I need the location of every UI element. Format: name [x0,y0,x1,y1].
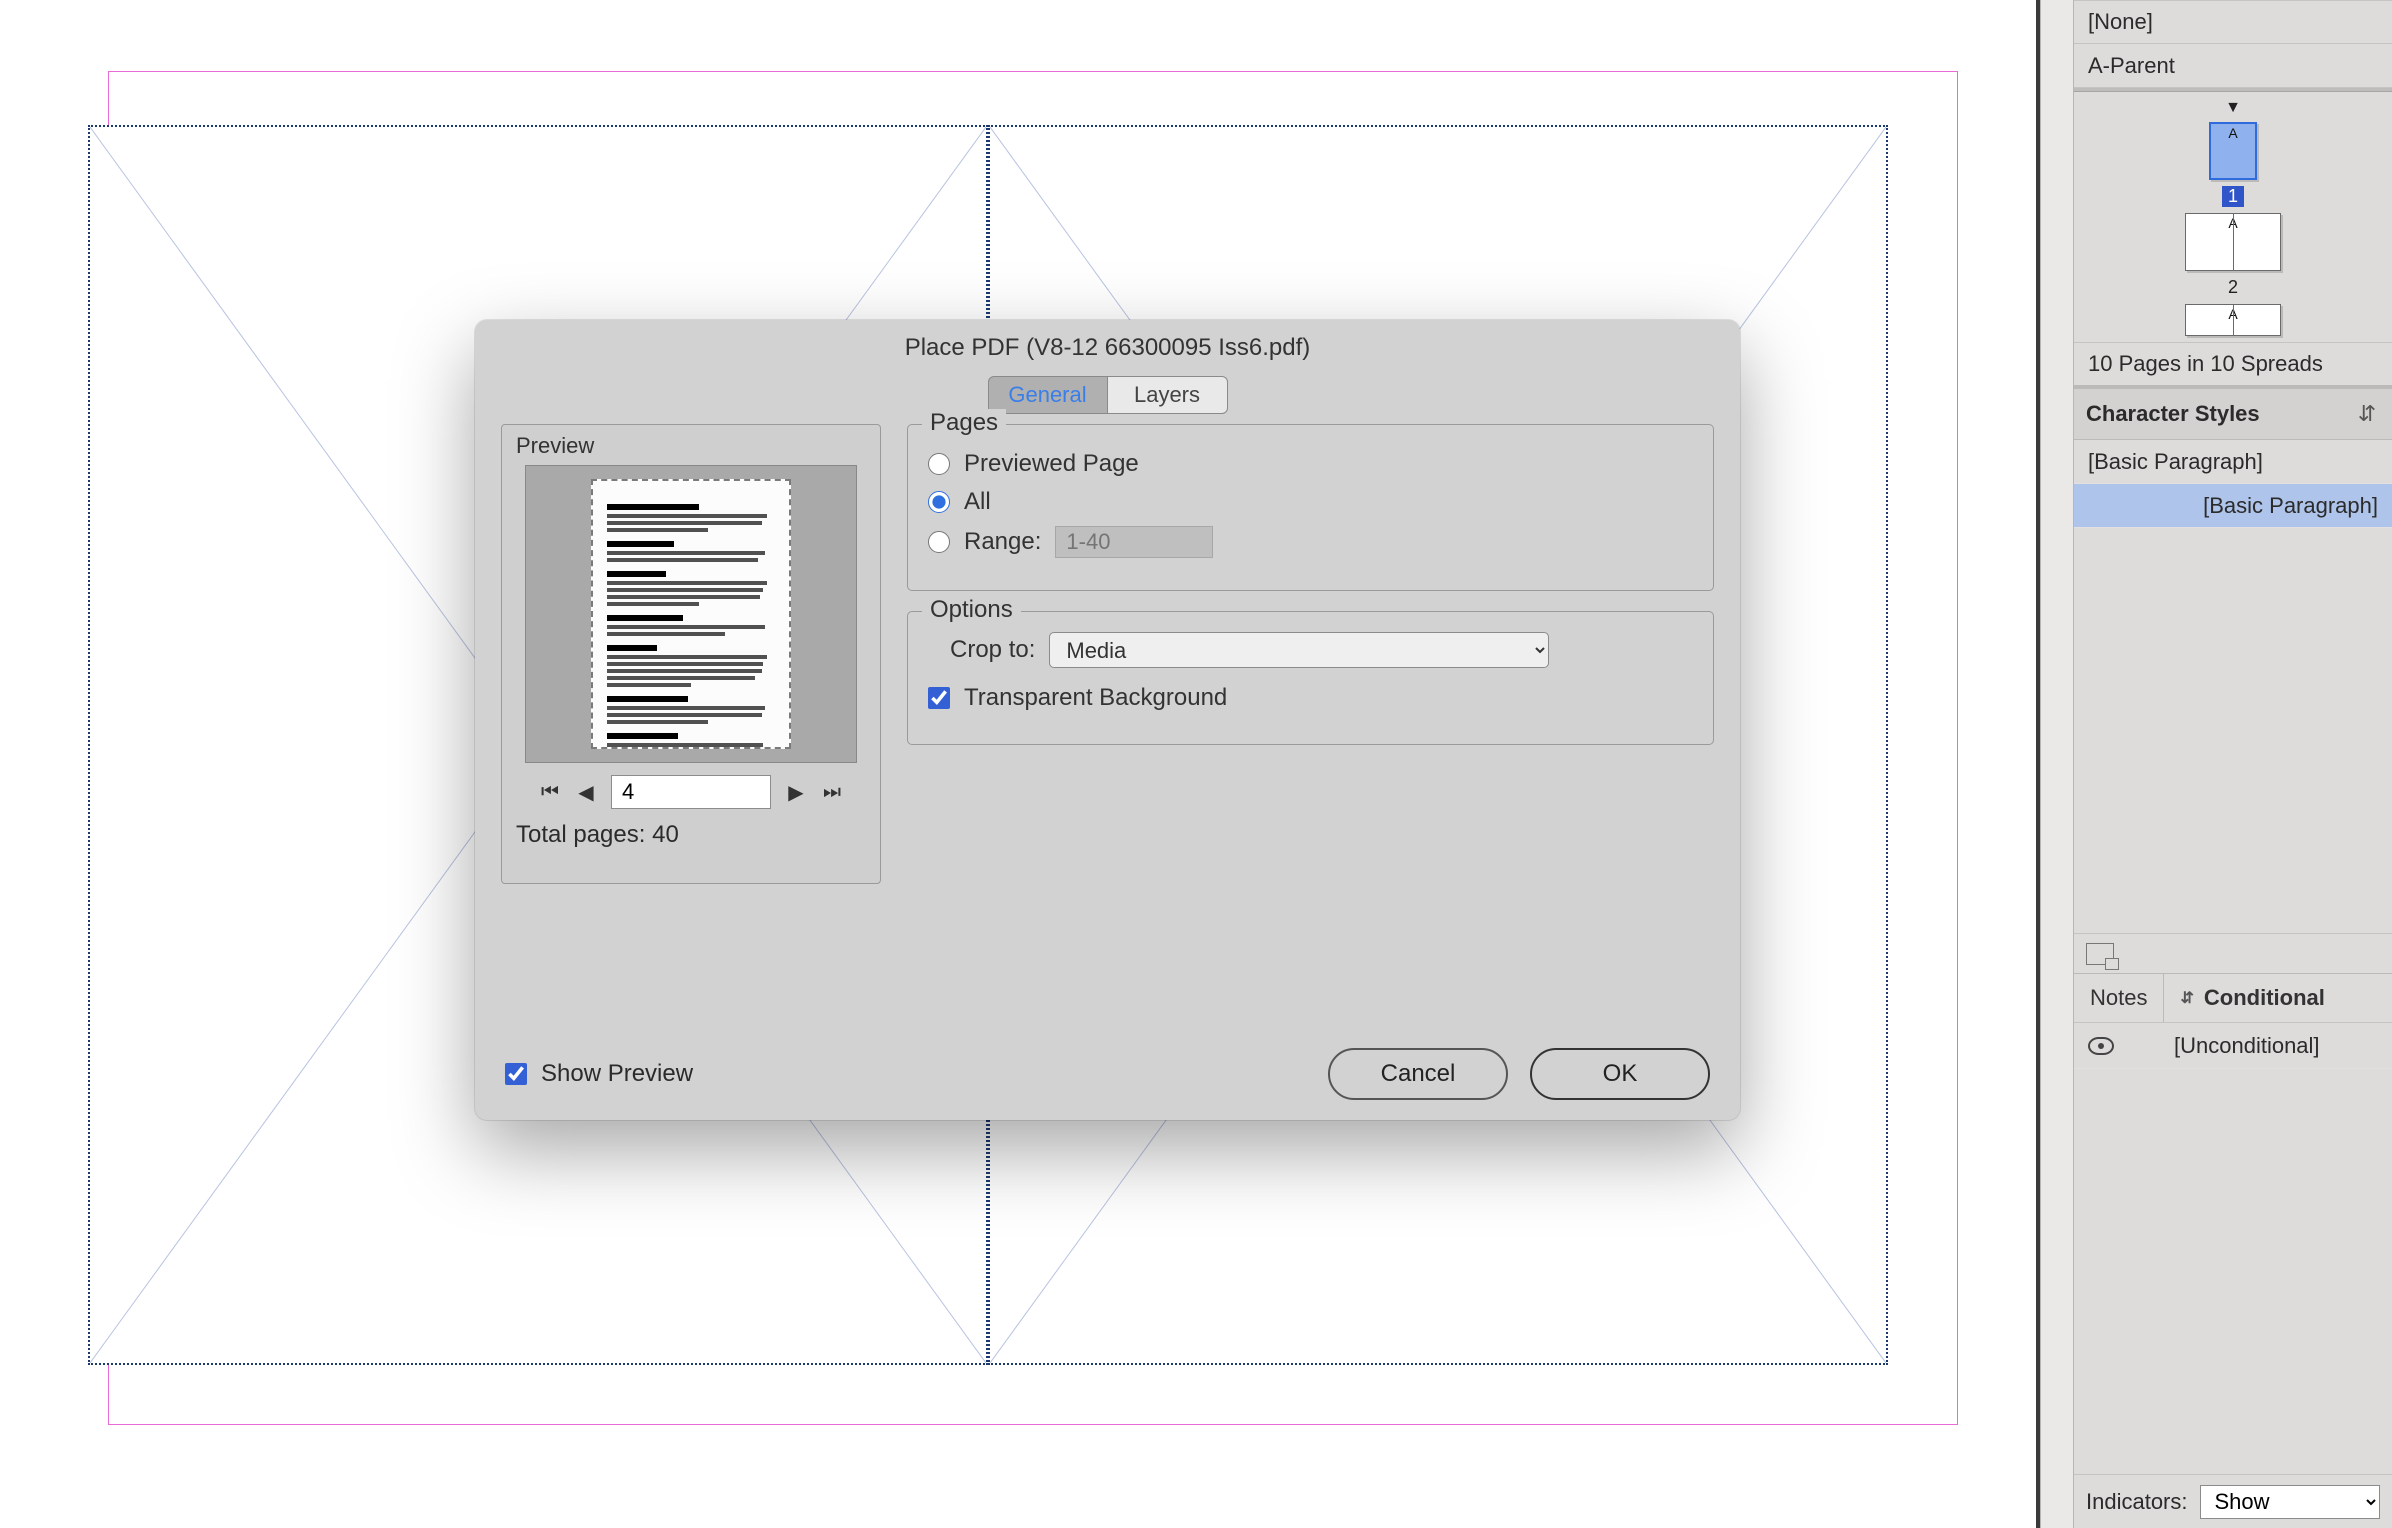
total-pages-label: Total pages: 40 [516,821,866,849]
character-styles-header[interactable]: Character Styles ⇵ [2074,388,2392,440]
tab-layers[interactable]: Layers [1108,376,1228,414]
first-page-icon[interactable]: ⏮ [539,781,561,803]
preview-page-input[interactable] [611,775,771,809]
pages-thumbnails: ▼ A 1 A 2 A [2074,92,2392,342]
cycle-icon: ⇵ [2180,988,2193,1008]
dialog-title: Place PDF (V8-12 66300095 Iss6.pdf) [475,320,1740,370]
radio-all[interactable]: All [928,488,1693,516]
style-basic-paragraph[interactable]: [Basic Paragraph] [2074,440,2392,484]
pages-legend: Pages [922,409,1006,437]
panel-footer-icons [2074,933,2392,973]
show-preview-label: Show Preview [541,1060,693,1088]
preview-label: Preview [516,433,866,459]
page-thumb-2[interactable]: A [2185,213,2281,271]
tab-conditional[interactable]: ⇵Conditional [2164,974,2340,1022]
last-page-icon[interactable]: ⏭ [821,781,843,803]
radio-previewed-label: Previewed Page [964,450,1139,478]
indicators-select[interactable]: Show [2200,1485,2381,1519]
style-basic-paragraph-selected[interactable]: [Basic Paragraph] [2074,484,2392,528]
radio-previewed-page[interactable]: Previewed Page [928,450,1693,478]
visibility-icon[interactable] [2088,1037,2114,1055]
transparent-bg-checkbox[interactable]: Transparent Background [928,684,1693,712]
cancel-button[interactable]: Cancel [1328,1048,1508,1100]
options-group: Options Crop to: Media Transparent Backg… [907,611,1714,745]
ok-button[interactable]: OK [1530,1048,1710,1100]
prev-page-icon[interactable]: ◀ [575,781,597,803]
condition-unconditional[interactable]: [Unconditional] [2074,1023,2392,1069]
unconditional-label: [Unconditional] [2174,1033,2320,1059]
radio-range[interactable]: Range: [928,526,1693,558]
chevron-down-icon: ▼ [2225,100,2241,116]
tab-notes[interactable]: Notes [2074,974,2163,1022]
preview-pager: ⏮ ◀ ▶ ⏭ [516,775,866,809]
page-number-1: 1 [2222,186,2244,207]
page-number-2: 2 [2228,277,2238,298]
next-page-icon[interactable]: ▶ [785,781,807,803]
page-thumb-3[interactable]: A [2185,304,2281,336]
crop-to-select[interactable]: Media [1049,632,1549,668]
range-input [1055,526,1213,558]
new-style-icon[interactable] [2086,943,2114,965]
indicators-row: Indicators: Show [2074,1474,2392,1528]
crop-to-label: Crop to: [950,636,1035,664]
pages-none-row[interactable]: [None] [2074,0,2392,44]
page-thumb-1[interactable]: A [2209,122,2257,180]
radio-range-label: Range: [964,528,1041,556]
pages-group: Pages Previewed Page All Range: [907,424,1714,591]
cycle-icon[interactable]: ⇵ [2354,401,2380,427]
canvas-scrollbar[interactable] [2040,0,2074,1528]
preview-panel: Preview [501,424,881,884]
place-pdf-dialog: Place PDF (V8-12 66300095 Iss6.pdf) Gene… [475,320,1740,1120]
dialog-tabs: General Layers [475,376,1740,414]
show-preview-checkbox[interactable]: Show Preview [505,1060,693,1088]
preview-thumbnail [525,465,857,763]
pages-summary: 10 Pages in 10 Spreads [2074,342,2392,388]
indicators-label: Indicators: [2086,1489,2188,1515]
pages-parent-row[interactable]: A-Parent [2074,44,2392,88]
transparent-bg-label: Transparent Background [964,684,1227,712]
options-legend: Options [922,596,1021,624]
character-styles-title: Character Styles [2086,401,2260,427]
radio-all-label: All [964,488,991,516]
notes-conditional-tabs: Notes ⇵Conditional [2074,973,2392,1023]
right-panels: [None] A-Parent ▼ A 1 A 2 A 10 Pages in … [2074,0,2392,1528]
